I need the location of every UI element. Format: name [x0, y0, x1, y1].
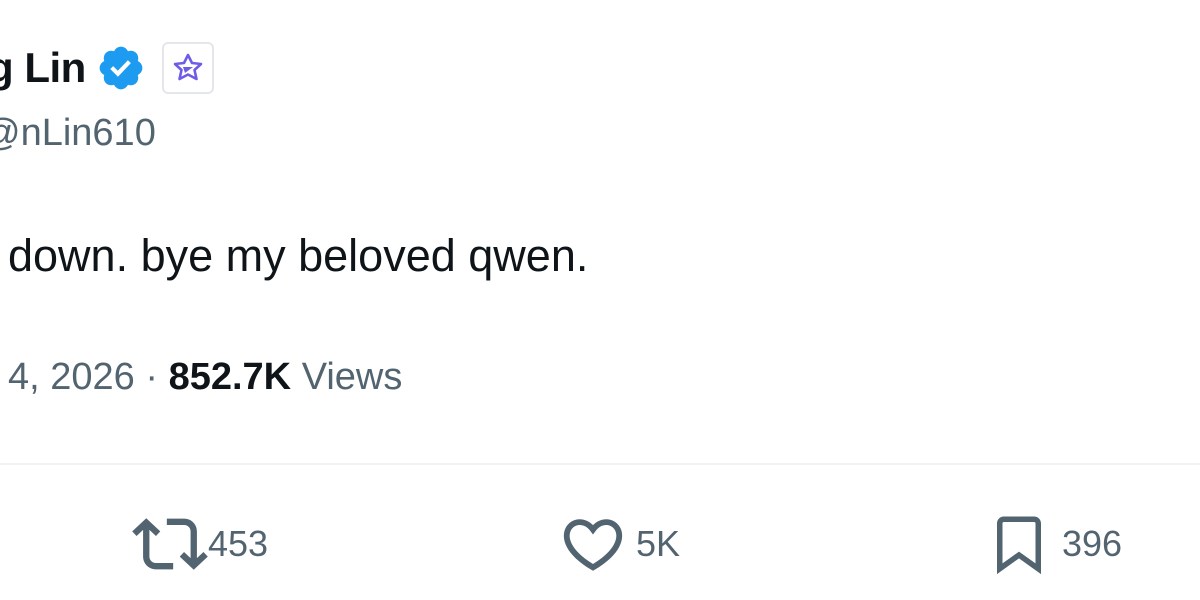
- retweet-button[interactable]: 453: [132, 506, 268, 582]
- author-handle-text: nLin610: [20, 112, 156, 154]
- divider: [0, 463, 1200, 465]
- author-name-row: g Lin: [0, 38, 214, 98]
- meta-separator: ·: [145, 356, 159, 398]
- like-count: 5K: [636, 523, 681, 564]
- tweet-meta: 4, 2026 · 852.7K Views: [8, 350, 402, 404]
- views-label: Views: [301, 356, 403, 398]
- retweet-count: 453: [208, 523, 269, 564]
- views-count: 852.7K: [168, 356, 292, 398]
- tweet-date[interactable]: 4, 2026: [8, 356, 135, 398]
- author-handle[interactable]: @nLin610: [0, 108, 156, 158]
- like-button[interactable]: 5K: [558, 506, 680, 582]
- tweet-text: down. bye my beloved qwen.: [8, 230, 589, 281]
- author-display-name[interactable]: g Lin: [0, 38, 86, 98]
- bookmark-button[interactable]: 396: [986, 506, 1122, 582]
- bookmark-count: 396: [1062, 523, 1123, 564]
- heart-icon: [558, 509, 636, 579]
- bookmark-icon: [986, 511, 1062, 577]
- retweet-icon: [132, 506, 208, 582]
- verified-badge-icon[interactable]: [96, 43, 146, 93]
- qwen-logo-icon[interactable]: [161, 42, 214, 94]
